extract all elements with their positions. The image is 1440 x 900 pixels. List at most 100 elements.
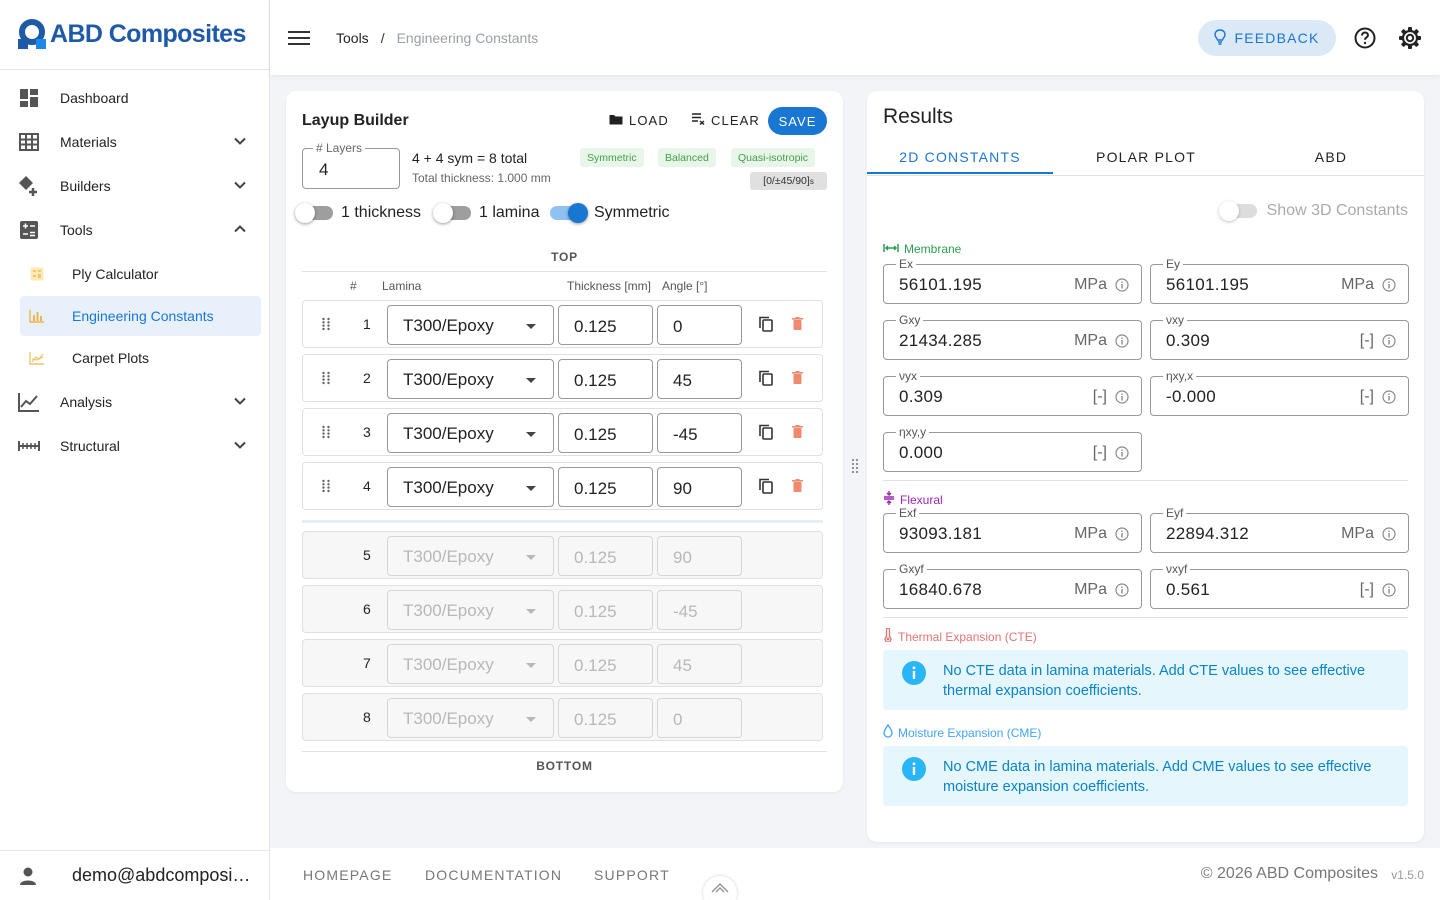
help-icon[interactable] bbox=[1354, 27, 1376, 54]
flexural-label: Flexural bbox=[900, 492, 943, 507]
thickness-input[interactable]: 0.125 bbox=[558, 467, 653, 507]
lamina-select[interactable]: T300/Epoxy bbox=[387, 467, 554, 507]
mirrored-ply-row: 7 T300/Epoxy 0.125 45 bbox=[302, 639, 823, 687]
info-outline-icon[interactable] bbox=[1382, 278, 1396, 297]
duplicate-icon[interactable] bbox=[759, 370, 773, 391]
tab-2d-constants[interactable]: 2D CONSTANTS bbox=[867, 149, 1053, 165]
lamina-select[interactable]: T300/Epoxy bbox=[387, 305, 554, 345]
constant-label: Gxyf bbox=[896, 562, 927, 576]
sidebar-subitem-carpet-plots[interactable]: Carpet Plots bbox=[20, 338, 261, 378]
ply-number: 6 bbox=[363, 601, 371, 617]
delete-icon[interactable] bbox=[792, 317, 803, 335]
delete-icon[interactable] bbox=[792, 371, 803, 389]
chevron-down-icon[interactable] bbox=[233, 134, 247, 151]
show-3d-switch[interactable] bbox=[1218, 201, 1257, 221]
save-button[interactable]: SAVE bbox=[768, 107, 827, 135]
info-outline-icon[interactable] bbox=[1382, 583, 1396, 602]
drag-handle-icon[interactable] bbox=[321, 479, 331, 498]
show-3d-toggle[interactable]: Show 3D Constants bbox=[1218, 201, 1408, 221]
sidebar-item-materials[interactable]: Materials bbox=[0, 120, 269, 164]
sidebar-item-tools[interactable]: Tools bbox=[0, 208, 269, 252]
drag-handle-icon[interactable] bbox=[321, 425, 331, 444]
constant-value: 93093.181 bbox=[899, 524, 983, 543]
constant-label: ηxy,y bbox=[896, 425, 930, 439]
duplicate-icon[interactable] bbox=[759, 424, 773, 445]
info-outline-icon[interactable] bbox=[1115, 583, 1129, 602]
info-outline-icon[interactable] bbox=[1115, 390, 1129, 409]
divider bbox=[302, 271, 827, 272]
footer-link-documentation[interactable]: DOCUMENTATION bbox=[425, 867, 562, 883]
duplicate-icon[interactable] bbox=[759, 478, 773, 499]
sidebar-item-builders[interactable]: Builders bbox=[0, 164, 269, 208]
thickness-input[interactable]: 0.125 bbox=[558, 359, 653, 399]
thickness-input[interactable]: 0.125 bbox=[558, 305, 653, 345]
panel-resize-handle-icon[interactable] bbox=[851, 458, 859, 479]
sidebar-subitem-ply-calculator[interactable]: Ply Calculator bbox=[20, 254, 261, 294]
one-lamina-switch[interactable] bbox=[433, 203, 471, 223]
sidebar-item-label: Structural bbox=[60, 438, 120, 454]
constant-field: νxyf 0.561 [-] bbox=[1150, 562, 1409, 609]
thickness-input[interactable]: 0.125 bbox=[558, 413, 653, 453]
constant-value: 0.309 bbox=[1166, 331, 1211, 350]
chevron-up-icon[interactable] bbox=[233, 222, 247, 239]
angle-input[interactable]: 45 bbox=[657, 359, 742, 399]
info-outline-icon[interactable] bbox=[1382, 527, 1396, 546]
drag-handle-icon[interactable] bbox=[321, 371, 331, 390]
one-thickness-switch[interactable] bbox=[295, 203, 333, 223]
symmetric-toggle[interactable]: Symmetric bbox=[550, 203, 670, 223]
gear-icon[interactable] bbox=[1398, 26, 1422, 55]
chevron-down-icon[interactable] bbox=[233, 394, 247, 411]
load-button[interactable]: LOAD bbox=[609, 113, 669, 128]
constant-unit: MPa bbox=[1074, 525, 1107, 542]
angle-input[interactable]: 90 bbox=[657, 467, 742, 507]
sidebar-subitem-engineering-constants[interactable]: Engineering Constants bbox=[20, 296, 261, 336]
symmetric-switch[interactable] bbox=[550, 203, 588, 223]
ply-number: 4 bbox=[363, 478, 371, 494]
angle-input[interactable]: -45 bbox=[657, 413, 742, 453]
duplicate-icon[interactable] bbox=[759, 316, 773, 337]
tab-polar-plot[interactable]: POLAR PLOT bbox=[1053, 149, 1239, 165]
delete-icon[interactable] bbox=[792, 425, 803, 443]
drag-handle-icon[interactable] bbox=[321, 317, 331, 336]
ply-row[interactable]: 4 T300/Epoxy 0.125 90 bbox=[302, 462, 823, 510]
thermometer-icon bbox=[883, 627, 893, 645]
lamina-select[interactable]: T300/Epoxy bbox=[387, 359, 554, 399]
chevron-down-icon[interactable] bbox=[233, 438, 247, 455]
hamburger-menu-icon[interactable] bbox=[288, 30, 310, 45]
one-thickness-toggle[interactable]: 1 thickness bbox=[295, 203, 421, 223]
grid-table-icon bbox=[18, 131, 40, 153]
constant-value: 21434.285 bbox=[899, 331, 983, 350]
footer-link-support[interactable]: SUPPORT bbox=[594, 867, 670, 883]
sidebar-item-dashboard[interactable]: Dashboard bbox=[0, 76, 269, 120]
calculator-icon bbox=[28, 265, 46, 283]
logo[interactable]: ABD Composites bbox=[0, 0, 269, 70]
feedback-button[interactable]: FEEDBACK bbox=[1198, 20, 1336, 56]
ply-row[interactable]: 2 T300/Epoxy 0.125 45 bbox=[302, 354, 823, 402]
user-account[interactable]: demo@abdcomposites.com bbox=[0, 850, 270, 900]
info-outline-icon[interactable] bbox=[1382, 334, 1396, 353]
ply-row[interactable]: 3 T300/Epoxy 0.125 -45 bbox=[302, 408, 823, 456]
ply-row[interactable]: 1 T300/Epoxy 0.125 0 bbox=[302, 300, 823, 348]
clear-button[interactable]: CLEAR bbox=[691, 113, 760, 128]
constant-value: -0.000 bbox=[1166, 387, 1217, 406]
info-outline-icon[interactable] bbox=[1115, 278, 1129, 297]
thickness-input: 0.125 bbox=[558, 590, 653, 630]
footer-link-homepage[interactable]: HOMEPAGE bbox=[303, 867, 392, 883]
chevron-down-icon[interactable] bbox=[233, 178, 247, 195]
sidebar-item-analysis[interactable]: Analysis bbox=[0, 380, 269, 424]
one-lamina-toggle[interactable]: 1 lamina bbox=[433, 203, 539, 223]
layup-builder-panel: Layup Builder LOAD CLEAR SAVE # Layers 4… bbox=[286, 91, 843, 792]
delete-icon[interactable] bbox=[792, 479, 803, 497]
breadcrumb-tools[interactable]: Tools bbox=[336, 30, 369, 46]
info-outline-icon[interactable] bbox=[1115, 527, 1129, 546]
thickness-input: 0.125 bbox=[558, 644, 653, 684]
layers-count-field[interactable]: # Layers 4 bbox=[302, 141, 400, 189]
info-outline-icon[interactable] bbox=[1115, 446, 1129, 465]
sidebar-item-structural[interactable]: Structural bbox=[0, 424, 269, 468]
info-outline-icon[interactable] bbox=[1115, 334, 1129, 353]
tab-abd[interactable]: ABD bbox=[1238, 149, 1424, 165]
sidebar-item-label: Materials bbox=[60, 134, 117, 150]
angle-input[interactable]: 0 bbox=[657, 305, 742, 345]
info-outline-icon[interactable] bbox=[1382, 390, 1396, 409]
lamina-select[interactable]: T300/Epoxy bbox=[387, 413, 554, 453]
